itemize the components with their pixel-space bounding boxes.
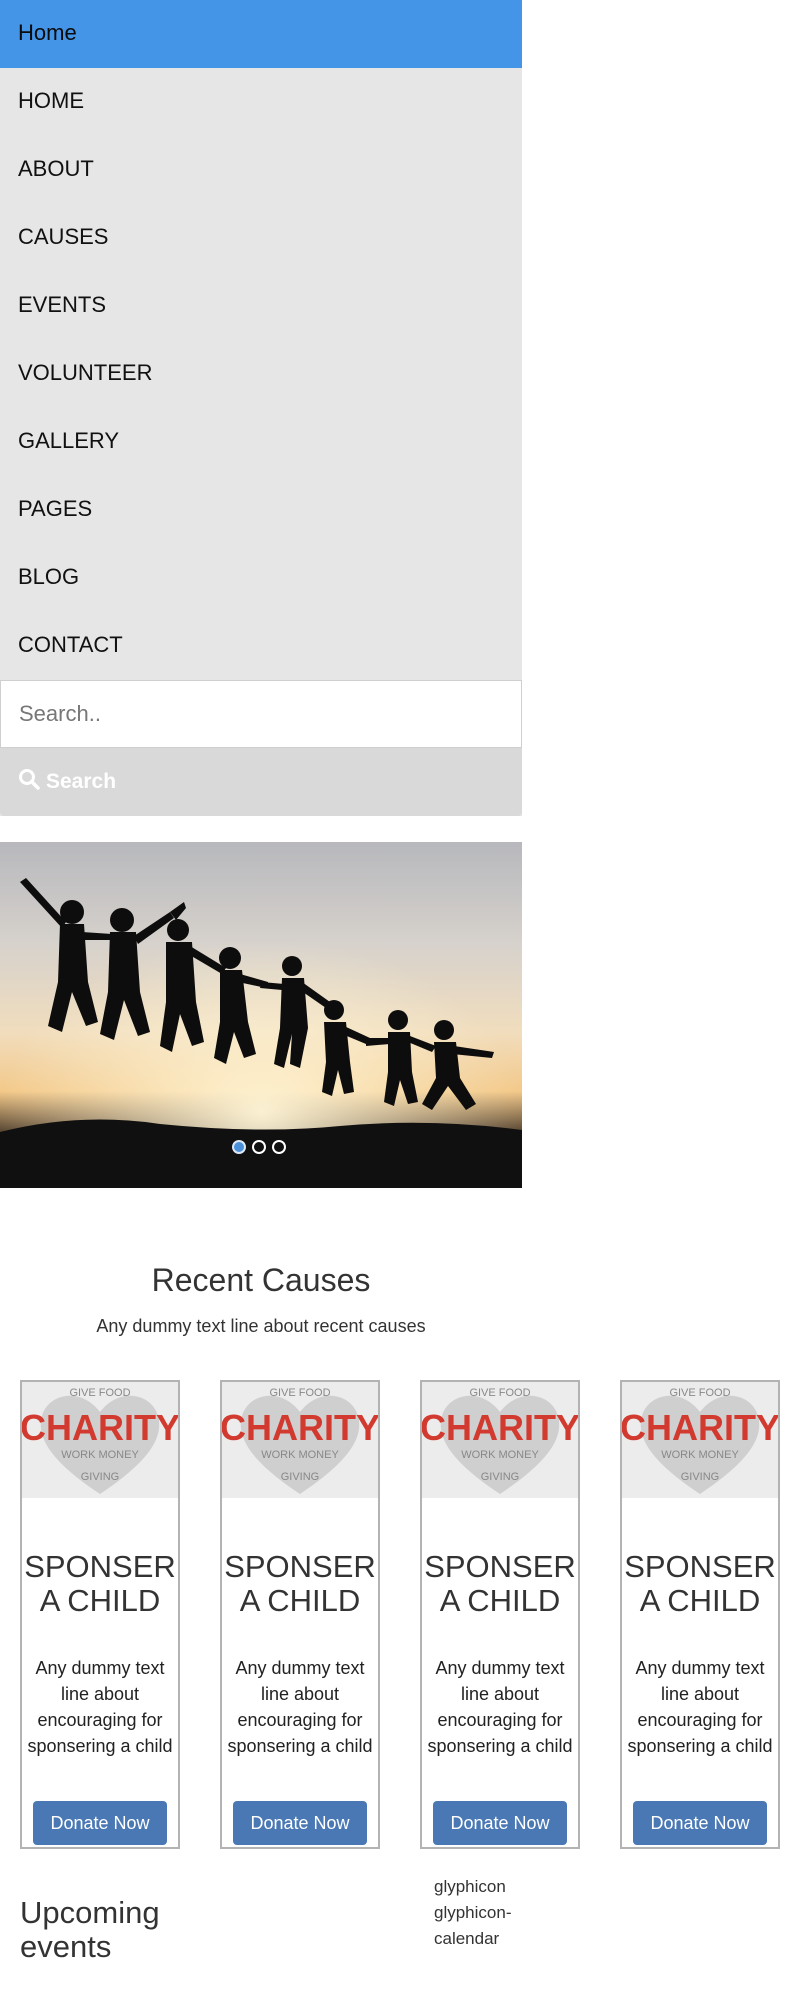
card-image-word: CHARITY [422,1407,578,1448]
sidebar-nav: Home HOME ABOUT CAUSES EVENTS VOLUNTEER … [0,0,522,816]
card-title: SPONSER A CHILD [424,1549,576,1618]
card-title: SPONSER A CHILD [624,1549,776,1618]
hero-carousel[interactable] [0,842,522,1188]
svg-text:GIVING: GIVING [281,1471,320,1483]
svg-text:GIVE FOOD: GIVE FOOD [269,1387,330,1399]
svg-text:WORK MONEY: WORK MONEY [461,1449,539,1461]
cause-card: GIVE FOOD CHARITY WORK MONEY GIVING SPON… [420,1380,580,1849]
donate-now-button[interactable]: Donate Now [633,1801,767,1845]
search-input[interactable] [0,680,522,748]
svg-text:WORK MONEY: WORK MONEY [61,1449,139,1461]
nav-item-pages[interactable]: PAGES [0,476,522,544]
donate-now-button[interactable]: Donate Now [33,1801,167,1845]
search-button[interactable]: Search [0,748,522,816]
nav-item-gallery[interactable]: GALLERY [0,408,522,476]
nav-item-contact[interactable]: CONTACT [0,612,522,680]
search-form: Search [0,680,522,816]
calendar-icon: glyphicon glyphicon-calendar [434,1877,512,1948]
nav-item-events[interactable]: EVENTS [0,272,522,340]
nav-item-volunteer[interactable]: VOLUNTEER [0,340,522,408]
nav-item-blog[interactable]: BLOG [0,544,522,612]
card-image-word: CHARITY [222,1407,378,1448]
carousel-dot-3[interactable] [272,1140,286,1154]
cause-card: GIVE FOOD CHARITY WORK MONEY GIVING SPON… [620,1380,780,1849]
nav-item-about[interactable]: ABOUT [0,136,522,204]
search-icon [18,768,40,796]
svg-text:GIVING: GIVING [481,1471,520,1483]
carousel-dot-2[interactable] [252,1140,266,1154]
children-silhouette-image [0,842,522,1188]
nav-item-causes[interactable]: CAUSES [0,204,522,272]
cause-card: GIVE FOOD CHARITY WORK MONEY GIVING SPON… [20,1380,180,1849]
svg-text:GIVING: GIVING [681,1471,720,1483]
recent-causes-subtitle: Any dummy text line about recent causes [96,1316,426,1336]
charity-heart-image: GIVE FOOD CHARITY WORK MONEY GIVING [22,1382,178,1498]
search-button-label: Search [46,770,117,793]
card-text: Any dummy text line about encouraging fo… [427,1658,573,1756]
donate-now-button[interactable]: Donate Now [233,1801,367,1845]
donate-now-button[interactable]: Donate Now [433,1801,567,1845]
nav-item-home-active[interactable]: Home [0,0,522,68]
svg-text:GIVING: GIVING [81,1471,120,1483]
card-text: Any dummy text line about encouraging fo… [27,1658,173,1756]
card-text: Any dummy text line about encouraging fo… [627,1658,773,1756]
nav-item-home[interactable]: HOME [0,68,522,136]
svg-text:GIVE FOOD: GIVE FOOD [669,1387,730,1399]
charity-heart-image: GIVE FOOD CHARITY WORK MONEY GIVING [622,1382,778,1498]
card-image-word: CHARITY [22,1407,178,1448]
svg-text:WORK MONEY: WORK MONEY [261,1449,339,1461]
card-title: SPONSER A CHILD [224,1549,376,1618]
svg-text:GIVE FOOD: GIVE FOOD [69,1387,130,1399]
card-image-word: CHARITY [622,1407,778,1448]
charity-heart-image: GIVE FOOD CHARITY WORK MONEY GIVING [222,1382,378,1498]
card-text: Any dummy text line about encouraging fo… [227,1658,373,1756]
upcoming-events-title: Upcoming events [20,1895,160,1964]
carousel-dot-1[interactable] [232,1140,246,1154]
svg-text:WORK MONEY: WORK MONEY [661,1449,739,1461]
recent-causes-title: Recent Causes [151,1262,371,1298]
carousel-indicators [232,1140,286,1154]
svg-text:GIVE FOOD: GIVE FOOD [469,1387,530,1399]
cause-card: GIVE FOOD CHARITY WORK MONEY GIVING SPON… [220,1380,380,1849]
charity-heart-image: GIVE FOOD CHARITY WORK MONEY GIVING [422,1382,578,1498]
card-title: SPONSER A CHILD [24,1549,176,1618]
